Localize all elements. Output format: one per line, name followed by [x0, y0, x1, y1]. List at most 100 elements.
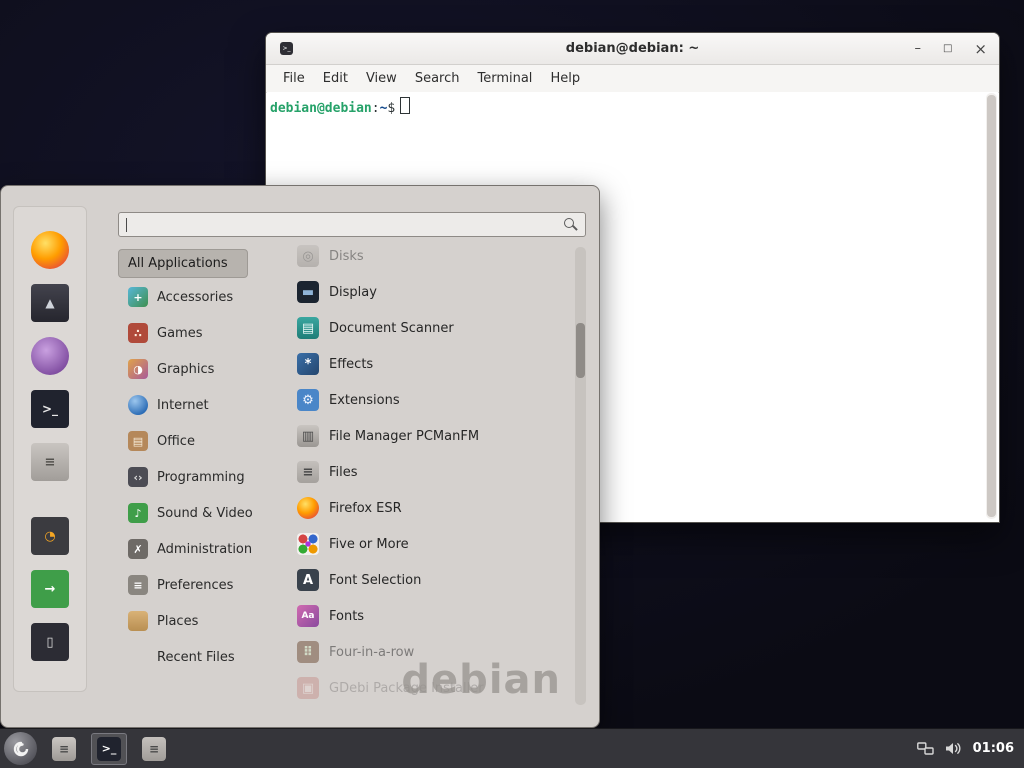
quit-icon: ▯	[31, 623, 69, 661]
search-box[interactable]	[118, 212, 586, 237]
firefox-esr-icon	[297, 497, 319, 519]
file-manager-icon: ≡	[52, 737, 76, 761]
debian-watermark: debian	[401, 657, 561, 703]
terminal-menu-edit[interactable]: Edit	[314, 68, 357, 89]
app-disks[interactable]: ◎ Disks	[273, 238, 571, 274]
file-manager-launcher[interactable]: ≡	[28, 440, 72, 484]
image-viewer-icon: ▲	[31, 284, 69, 322]
prompt-symbol: $	[387, 101, 395, 116]
internet-icon	[128, 395, 148, 415]
category-graphics[interactable]: ◑ Graphics	[118, 351, 270, 387]
search-input[interactable]	[127, 214, 559, 235]
category-all-applications[interactable]: All Applications	[118, 249, 248, 278]
prompt-separator: :	[372, 101, 380, 116]
document-scanner-icon: ▤	[297, 317, 319, 339]
terminal-menu-search[interactable]: Search	[406, 68, 469, 89]
bottom-panel: ≡ >_ ≡ 01:06	[0, 728, 1024, 768]
logout-icon: →	[31, 570, 69, 608]
app-firefox-esr[interactable]: Firefox ESR	[273, 490, 571, 526]
programming-icon: ‹›	[128, 467, 148, 487]
terminal-menubar: FileEditViewSearchTerminalHelp	[266, 65, 999, 93]
file-manager-icon: ≡	[31, 443, 69, 481]
preferences-icon: ≡	[128, 575, 148, 595]
category-recent-files[interactable]: Recent Files	[118, 639, 270, 675]
terminal-menu-file[interactable]: File	[274, 68, 314, 89]
search-icon	[564, 218, 578, 232]
category-programming[interactable]: ‹› Programming	[118, 459, 270, 495]
app-extensions[interactable]: ⚙ Extensions	[273, 382, 571, 418]
category-places[interactable]: Places	[118, 603, 270, 639]
volume-icon[interactable]	[945, 741, 962, 756]
extensions-icon: ⚙	[297, 389, 319, 411]
logout-button[interactable]: →	[28, 567, 72, 611]
app-display[interactable]: ▬ Display	[273, 274, 571, 310]
category-administration[interactable]: ✗ Administration	[118, 531, 270, 567]
maximize-button[interactable]: □	[943, 43, 952, 54]
display-icon: ▬	[297, 281, 319, 303]
prompt-user-host: debian@debian	[270, 101, 372, 116]
terminal-scrollbar-thumb[interactable]	[987, 95, 996, 517]
five-or-more-icon	[297, 533, 319, 555]
gdebi-icon: ▣	[297, 677, 319, 699]
file-manager-pcmanfm-icon: ▥	[297, 425, 319, 447]
effects-icon: *	[297, 353, 319, 375]
graphics-icon: ◑	[128, 359, 148, 379]
lock-screen-icon: ◔	[31, 517, 69, 555]
terminal-icon: >_	[31, 390, 69, 428]
terminal-scrollbar[interactable]	[986, 93, 997, 519]
fonts-icon: Aa	[297, 605, 319, 627]
category-games[interactable]: ∴ Games	[118, 315, 270, 351]
games-icon: ∴	[128, 323, 148, 343]
app-five-or-more[interactable]: Five or More	[273, 526, 571, 562]
firefox-launcher[interactable]	[28, 228, 72, 272]
taskbar-file-manager[interactable]: ≡	[46, 733, 82, 765]
files-icon: ≡	[142, 737, 166, 761]
app-list-scrollbar-thumb[interactable]	[576, 323, 585, 378]
debian-swirl-icon	[10, 738, 32, 760]
menu-button[interactable]	[4, 732, 37, 765]
app-files[interactable]: ≡ Files	[273, 454, 571, 490]
category-list: All Applications + Accessories ∴ Games ◑…	[118, 249, 270, 675]
application-menu: ▲ >_ ≡ ◔ → ▯ All Applications + Accessories …	[0, 185, 600, 728]
app-effects[interactable]: * Effects	[273, 346, 571, 382]
category-preferences[interactable]: ≡ Preferences	[118, 567, 270, 603]
app-file-manager-pcmanfm[interactable]: ▥ File Manager PCManFM	[273, 418, 571, 454]
terminal-menu-view[interactable]: View	[357, 68, 406, 89]
four-in-a-row-icon: ⠿	[297, 641, 319, 663]
terminal-launcher[interactable]: >_	[28, 387, 72, 431]
quit-button[interactable]: ▯	[28, 620, 72, 664]
category-office[interactable]: ▤ Office	[118, 423, 270, 459]
files-icon: ≡	[297, 461, 319, 483]
terminal-menu-terminal[interactable]: Terminal	[468, 68, 541, 89]
taskbar-files[interactable]: ≡	[136, 733, 172, 765]
disks-icon: ◎	[297, 245, 319, 267]
app-document-scanner[interactable]: ▤ Document Scanner	[273, 310, 571, 346]
accessories-icon: +	[128, 287, 148, 307]
taskbar-terminal[interactable]: >_	[91, 733, 127, 765]
network-icon[interactable]	[917, 742, 934, 756]
app-list: ◎ Disks ▬ Display ▤ Document Scanner * E…	[273, 238, 571, 712]
font-selection-icon: A	[297, 569, 319, 591]
app-list-scrollbar[interactable]	[575, 247, 586, 705]
administration-icon: ✗	[128, 539, 148, 559]
desktop: >_ debian@debian: ~ – □ × FileEditViewSe…	[0, 0, 1024, 768]
category-accessories[interactable]: + Accessories	[118, 279, 270, 315]
pidgin-launcher[interactable]	[28, 334, 72, 378]
places-icon	[128, 611, 148, 631]
category-internet[interactable]: Internet	[118, 387, 270, 423]
category-sound-video[interactable]: ♪ Sound & Video	[118, 495, 270, 531]
firefox-icon	[31, 231, 69, 269]
system-tray: 01:06	[917, 741, 1024, 756]
app-font-selection[interactable]: A Font Selection	[273, 562, 571, 598]
terminal-titlebar[interactable]: >_ debian@debian: ~ – □ ×	[266, 33, 999, 65]
menu-sidebar: ▲ >_ ≡ ◔ → ▯	[13, 206, 87, 692]
terminal-menu-help[interactable]: Help	[541, 68, 589, 89]
clock[interactable]: 01:06	[973, 741, 1014, 756]
close-button[interactable]: ×	[974, 40, 987, 58]
office-icon: ▤	[128, 431, 148, 451]
image-viewer-launcher[interactable]: ▲	[28, 281, 72, 325]
minimize-button[interactable]: –	[914, 41, 921, 56]
terminal-icon: >_	[97, 737, 121, 761]
lock-screen-button[interactable]: ◔	[28, 514, 72, 558]
app-fonts[interactable]: Aa Fonts	[273, 598, 571, 634]
